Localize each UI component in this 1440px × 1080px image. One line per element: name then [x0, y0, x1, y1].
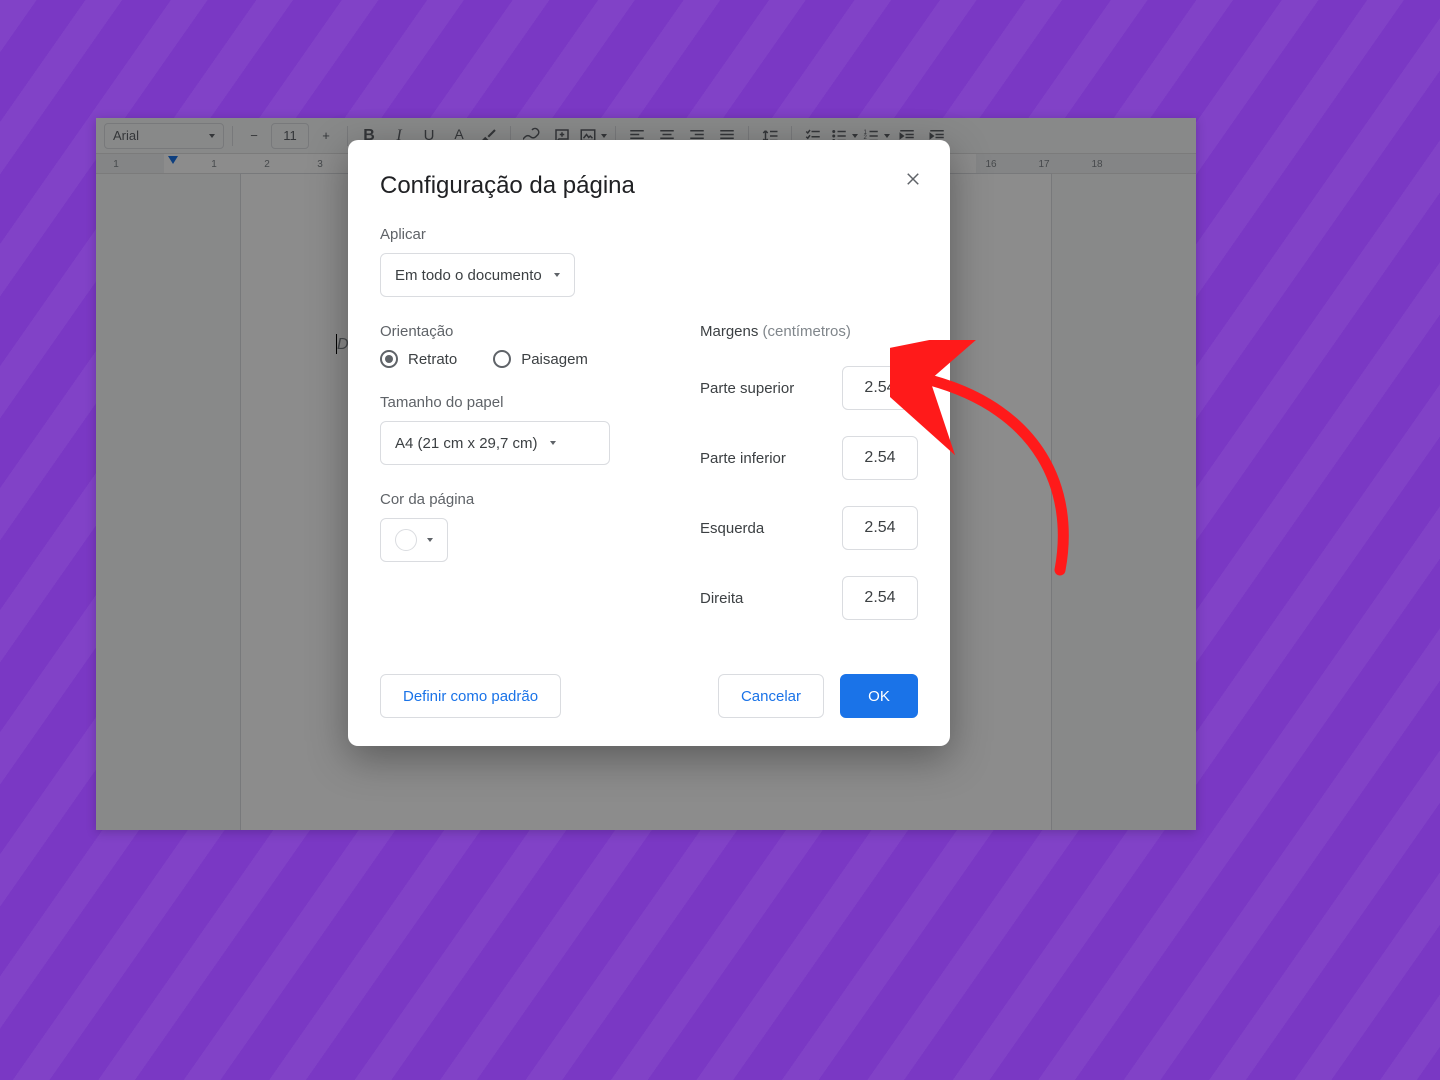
- orientation-portrait-radio[interactable]: Retrato: [380, 350, 457, 368]
- close-button[interactable]: [904, 170, 922, 193]
- paper-size-select[interactable]: A4 (21 cm x 29,7 cm): [380, 421, 610, 465]
- margins-label: Margens: [700, 323, 758, 340]
- margins-heading: Margens (centímetros): [700, 323, 918, 340]
- close-icon: [904, 170, 922, 188]
- margin-top-label: Parte superior: [700, 380, 794, 397]
- apply-to-value: Em todo o documento: [395, 267, 542, 284]
- set-as-default-button[interactable]: Definir como padrão: [380, 674, 561, 718]
- radio-icon: [493, 350, 511, 368]
- apply-to-label: Aplicar: [380, 226, 918, 243]
- page-setup-dialog: Configuração da página Aplicar Em todo o…: [348, 140, 950, 746]
- color-swatch-icon: [395, 529, 417, 551]
- margin-left-input[interactable]: [842, 506, 918, 550]
- orientation-portrait-label: Retrato: [408, 351, 457, 368]
- orientation-landscape-radio[interactable]: Paisagem: [493, 350, 588, 368]
- dialog-title: Configuração da página: [380, 172, 918, 200]
- margin-bottom-label: Parte inferior: [700, 450, 786, 467]
- margin-bottom-input[interactable]: [842, 436, 918, 480]
- apply-to-select[interactable]: Em todo o documento: [380, 253, 575, 297]
- margins-unit: (centímetros): [763, 323, 851, 340]
- cancel-button[interactable]: Cancelar: [718, 674, 824, 718]
- chevron-down-icon: [550, 441, 556, 445]
- page-color-picker[interactable]: [380, 518, 448, 562]
- paper-size-label: Tamanho do papel: [380, 394, 660, 411]
- chevron-down-icon: [427, 538, 433, 542]
- orientation-label: Orientação: [380, 323, 660, 340]
- ok-button[interactable]: OK: [840, 674, 918, 718]
- paper-size-value: A4 (21 cm x 29,7 cm): [395, 435, 538, 452]
- chevron-down-icon: [554, 273, 560, 277]
- margin-top-input[interactable]: [842, 366, 918, 410]
- margin-left-label: Esquerda: [700, 520, 764, 537]
- margin-right-label: Direita: [700, 590, 743, 607]
- page-color-label: Cor da página: [380, 491, 660, 508]
- radio-icon: [380, 350, 398, 368]
- margin-right-input[interactable]: [842, 576, 918, 620]
- orientation-landscape-label: Paisagem: [521, 351, 588, 368]
